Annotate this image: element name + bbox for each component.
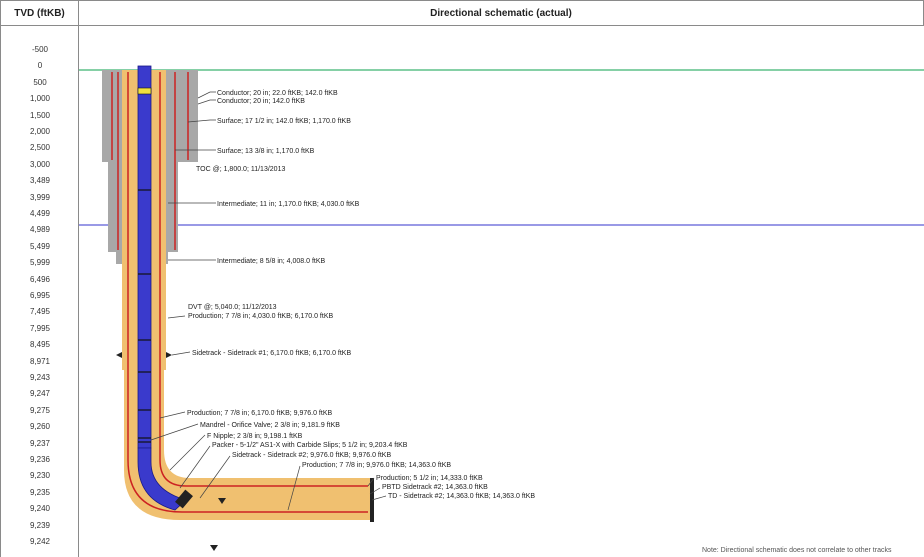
well-schematic-panel: TVD (ftKB) Directional schematic (actual… [0,0,924,557]
annotation-label: Intermediate; 8 5/8 in; 4,008.0 ftKB [217,258,326,265]
footnote: Note: Directional schematic does not cor… [702,547,892,554]
annotation-label: Packer - 5-1/2" AS1-X with Carbide Slips… [212,442,408,449]
annotation-label: Production; 7 7/8 in; 6,170.0 ftKB; 9,97… [187,410,332,417]
annotation-label: DVT @; 5,040.0; 11/12/2013 [188,304,277,311]
sidetrack-1-arrow-right [166,352,172,358]
directional-schematic: Conductor; 20 in; 22.0 ftKB; 142.0 ftKB … [79,65,924,554]
annotation-label: Production; 5 1/2 in; 14,333.0 ftKB [376,475,483,482]
annotation-label: PBTD Sidetrack #2; 14,363.0 ftKB [382,484,488,491]
annotation-label: Production; 7 7/8 in; 4,030.0 ftKB; 6,17… [188,313,333,320]
wellhead-marker [137,87,152,95]
annotation-label: Surface; 13 3/8 in; 1,170.0 ftKB [217,148,315,155]
annotation-label: Sidetrack - Sidetrack #1; 6,170.0 ftKB; … [192,350,351,357]
annotation-label: TD - Sidetrack #2; 14,363.0 ftKB; 14,363… [388,493,535,500]
annotation-label: Conductor; 20 in; 22.0 ftKB; 142.0 ftKB [217,90,338,97]
annotation-label: F Nipple; 2 3/8 in; 9,198.1 ftKB [207,433,303,440]
annotation-label: Conductor; 20 in; 142.0 ftKB [217,98,305,105]
sidetrack-1-arrow-left [116,352,122,358]
tubing-string [137,65,152,449]
annotation-label: Sidetrack - Sidetrack #2; 9,976.0 ftKB; … [232,452,391,459]
annotation-label: Intermediate; 11 in; 1,170.0 ftKB; 4,030… [217,201,360,208]
td-arrow-down [210,545,218,551]
annotation-label: Surface; 17 1/2 in; 142.0 ftKB; 1,170.0 … [217,118,351,125]
annotation-label: Mandrel - Orifice Valve; 2 3/8 in; 9,181… [200,422,340,429]
annotation-label: Production; 7 7/8 in; 9,976.0 ftKB; 14,3… [302,462,451,469]
annotation-label: TOC @; 1,800.0; 11/13/2013 [196,166,285,173]
